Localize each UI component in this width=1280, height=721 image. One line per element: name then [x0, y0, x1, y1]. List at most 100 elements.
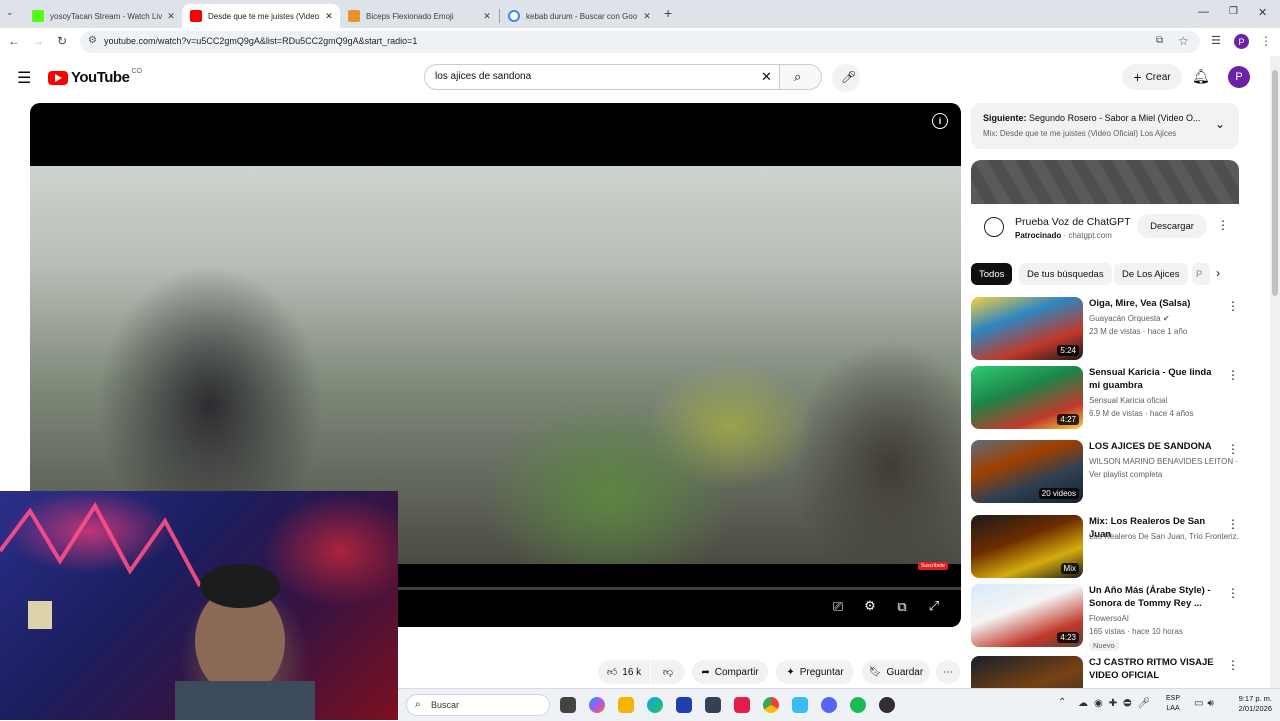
hamburger-menu-icon[interactable]: ☰	[17, 68, 31, 88]
more-options-icon[interactable]: ⋮	[1227, 442, 1239, 456]
close-tab-icon[interactable]: ✕	[480, 11, 494, 22]
miniplayer-icon[interactable]: ⧉	[892, 599, 912, 615]
neon-wave-decoration	[0, 502, 315, 720]
list-item[interactable]: 5:24 Oiga, Mire, Vea (Salsa) Guayacán Or…	[971, 297, 1239, 361]
minimize-button[interactable]: —	[1198, 6, 1209, 18]
chips-next-arrow-icon[interactable]: ›	[1216, 266, 1220, 280]
page-scrollbar[interactable]	[1270, 56, 1280, 688]
tab-google-search[interactable]: kebab durum - Buscar con Goo ✕	[500, 4, 658, 28]
more-options-icon[interactable]: ⋮	[1227, 586, 1239, 600]
search-input[interactable]: los ajices de sandona ✕	[424, 64, 780, 90]
list-item[interactable]: 20 videos LOS AJICES DE SANDONA WILSON M…	[971, 440, 1239, 504]
settings-gear-icon[interactable]: ⚙	[860, 598, 880, 614]
reading-list-icon[interactable]: ☰	[1208, 34, 1224, 47]
dislike-button[interactable]: 👎︎	[651, 660, 685, 684]
video-thumbnail: 5:24	[971, 297, 1083, 360]
site-info-icon[interactable]: ⚙	[88, 35, 97, 46]
chip-from-searches[interactable]: De tus búsquedas	[1019, 263, 1112, 285]
chatgpt-logo-icon	[984, 217, 1004, 237]
tab-youtube-active[interactable]: Desde que te me juistes (Video ✕	[182, 4, 340, 28]
profile-avatar[interactable]: P	[1234, 34, 1249, 49]
back-icon[interactable]: ←	[6, 34, 22, 48]
tab-title: Biceps Flexionado Emoji	[366, 11, 454, 21]
share-button[interactable]: ➦ Compartir	[692, 660, 768, 684]
reload-icon[interactable]: ↻	[54, 34, 70, 48]
language-indicator[interactable]: ESP LAA	[1166, 694, 1180, 714]
tray-overflow-icon[interactable]: ⌃	[1058, 697, 1066, 708]
new-tab-button[interactable]: +	[664, 5, 672, 21]
close-tab-icon[interactable]: ✕	[164, 11, 178, 22]
video-info-icon[interactable]: i	[932, 113, 948, 129]
obs-icon[interactable]	[879, 697, 895, 713]
mix-label: Mix: Desde que te me juistes (Video Ofic…	[983, 129, 1177, 138]
voice-search-button[interactable]: 🎤︎	[832, 64, 860, 92]
ask-button[interactable]: ✦ Preguntar	[776, 660, 854, 684]
close-window-button[interactable]: ✕	[1258, 6, 1267, 19]
more-options-icon[interactable]: ⋮	[1227, 368, 1239, 382]
more-actions-button[interactable]: ⋯	[936, 660, 960, 684]
list-item[interactable]: CJ CASTRO RITMO VISAJE VIDEO OFICIAL ⋮	[971, 656, 1239, 688]
video-title: Oiga, Mire, Vea (Salsa)	[1089, 298, 1191, 309]
taskbar-search-input[interactable]: ⌕ Buscar	[406, 694, 550, 716]
bookmark-star-icon[interactable]: ☆	[1178, 34, 1189, 48]
chevron-down-icon[interactable]: ⌄	[1215, 117, 1225, 131]
framer-icon[interactable]	[792, 697, 808, 713]
chrome-menu-icon[interactable]: ⋮	[1258, 34, 1274, 48]
create-button[interactable]: + Crear	[1122, 64, 1182, 90]
clock[interactable]: 9:17 p. m. 2/01/2026	[1228, 694, 1272, 714]
ad-domain: chatgpt.com	[1068, 231, 1112, 240]
chip-from-los-ajices[interactable]: De Los Ajices	[1114, 263, 1188, 285]
view-full-playlist-link[interactable]: Ver playlist completa	[1089, 470, 1162, 479]
system-tray-status-icons[interactable]: ▭🔊︎	[1194, 698, 1218, 709]
account-avatar[interactable]: P	[1228, 66, 1250, 88]
cast-icon[interactable]: ⧉	[1156, 35, 1163, 46]
spotify-icon[interactable]	[850, 697, 866, 713]
app-icon[interactable]	[705, 697, 721, 713]
notifications-bell-icon[interactable]: 🔔︎	[1192, 68, 1210, 85]
close-tab-icon[interactable]: ✕	[640, 11, 654, 22]
like-button[interactable]: 👍︎ 16 k	[598, 660, 650, 684]
list-item[interactable]: Mix Mix: Los Realeros De San Juan Los Re…	[971, 515, 1239, 579]
thumbs-down-icon: 👎︎	[662, 667, 674, 678]
folder-icon[interactable]	[618, 697, 634, 713]
chip-truncated[interactable]: P	[1192, 263, 1210, 285]
video-meta: 165 vistas · hace 10 horas	[1089, 627, 1183, 636]
more-options-icon[interactable]: ⋮	[1227, 658, 1239, 672]
subtitles-icon[interactable]: ⎚	[828, 599, 848, 615]
tray-app-icons[interactable]: ☁◉✚⛔︎🎤︎	[1078, 698, 1156, 709]
playlist-up-next[interactable]: Siguiente: Segundo Rosero - Sabor a Miel…	[971, 103, 1239, 149]
scrollbar-thumb[interactable]	[1272, 70, 1278, 296]
list-item[interactable]: 4:27 Sensual Karicia - Que linda mi guam…	[971, 366, 1239, 430]
forward-icon[interactable]: →	[30, 34, 46, 48]
maximize-button[interactable]: ❐	[1229, 6, 1238, 17]
more-options-icon[interactable]: ⋮	[1227, 299, 1239, 313]
more-options-icon[interactable]: ⋮	[1227, 517, 1239, 531]
sponsored-ad-card[interactable]: Prueba Voz de ChatGPT Patrocinado · chat…	[971, 160, 1239, 252]
file-explorer-icon[interactable]	[560, 697, 576, 713]
clear-search-icon[interactable]: ✕	[761, 69, 772, 85]
address-bar[interactable]: ⚙ youtube.com/watch?v=u5CC2gmQ9gA&list=R…	[80, 31, 1200, 53]
tab-emoji[interactable]: Biceps Flexionado Emoji ✕	[340, 4, 498, 28]
tiktok-icon[interactable]	[734, 697, 750, 713]
close-tab-icon[interactable]: ✕	[322, 11, 336, 22]
search-button[interactable]: ⌕	[780, 64, 822, 90]
edge-icon[interactable]	[647, 697, 663, 713]
youtube-logo[interactable]: YouTube CO	[48, 68, 142, 86]
save-button[interactable]: 🔖︎ Guardar	[862, 660, 930, 684]
chip-all[interactable]: Todos	[971, 263, 1013, 285]
ad-download-button[interactable]: Descargar	[1137, 214, 1207, 238]
mix-badge: Mix	[1060, 563, 1079, 574]
discord-icon[interactable]	[821, 697, 837, 713]
store-icon[interactable]	[676, 697, 692, 713]
list-item[interactable]: 4:23 Un Año Más (Árabe Style) - Sonora d…	[971, 584, 1239, 651]
video-duration: 4:23	[1057, 632, 1079, 643]
channel-name: FlowersoAI	[1089, 614, 1130, 623]
copilot-icon[interactable]	[589, 697, 605, 713]
subscribe-watermark[interactable]: Suscríbete	[918, 562, 948, 570]
chrome-icon[interactable]	[763, 697, 779, 713]
fullscreen-icon[interactable]: ⤢	[924, 598, 944, 614]
new-badge: Nuevo	[1089, 640, 1119, 651]
tab-search-button[interactable]: ⌄	[6, 7, 14, 18]
ad-more-icon[interactable]: ⋮	[1217, 218, 1229, 232]
tab-kick-stream[interactable]: yosoyTacan Stream - Watch Liv ✕	[24, 4, 182, 28]
